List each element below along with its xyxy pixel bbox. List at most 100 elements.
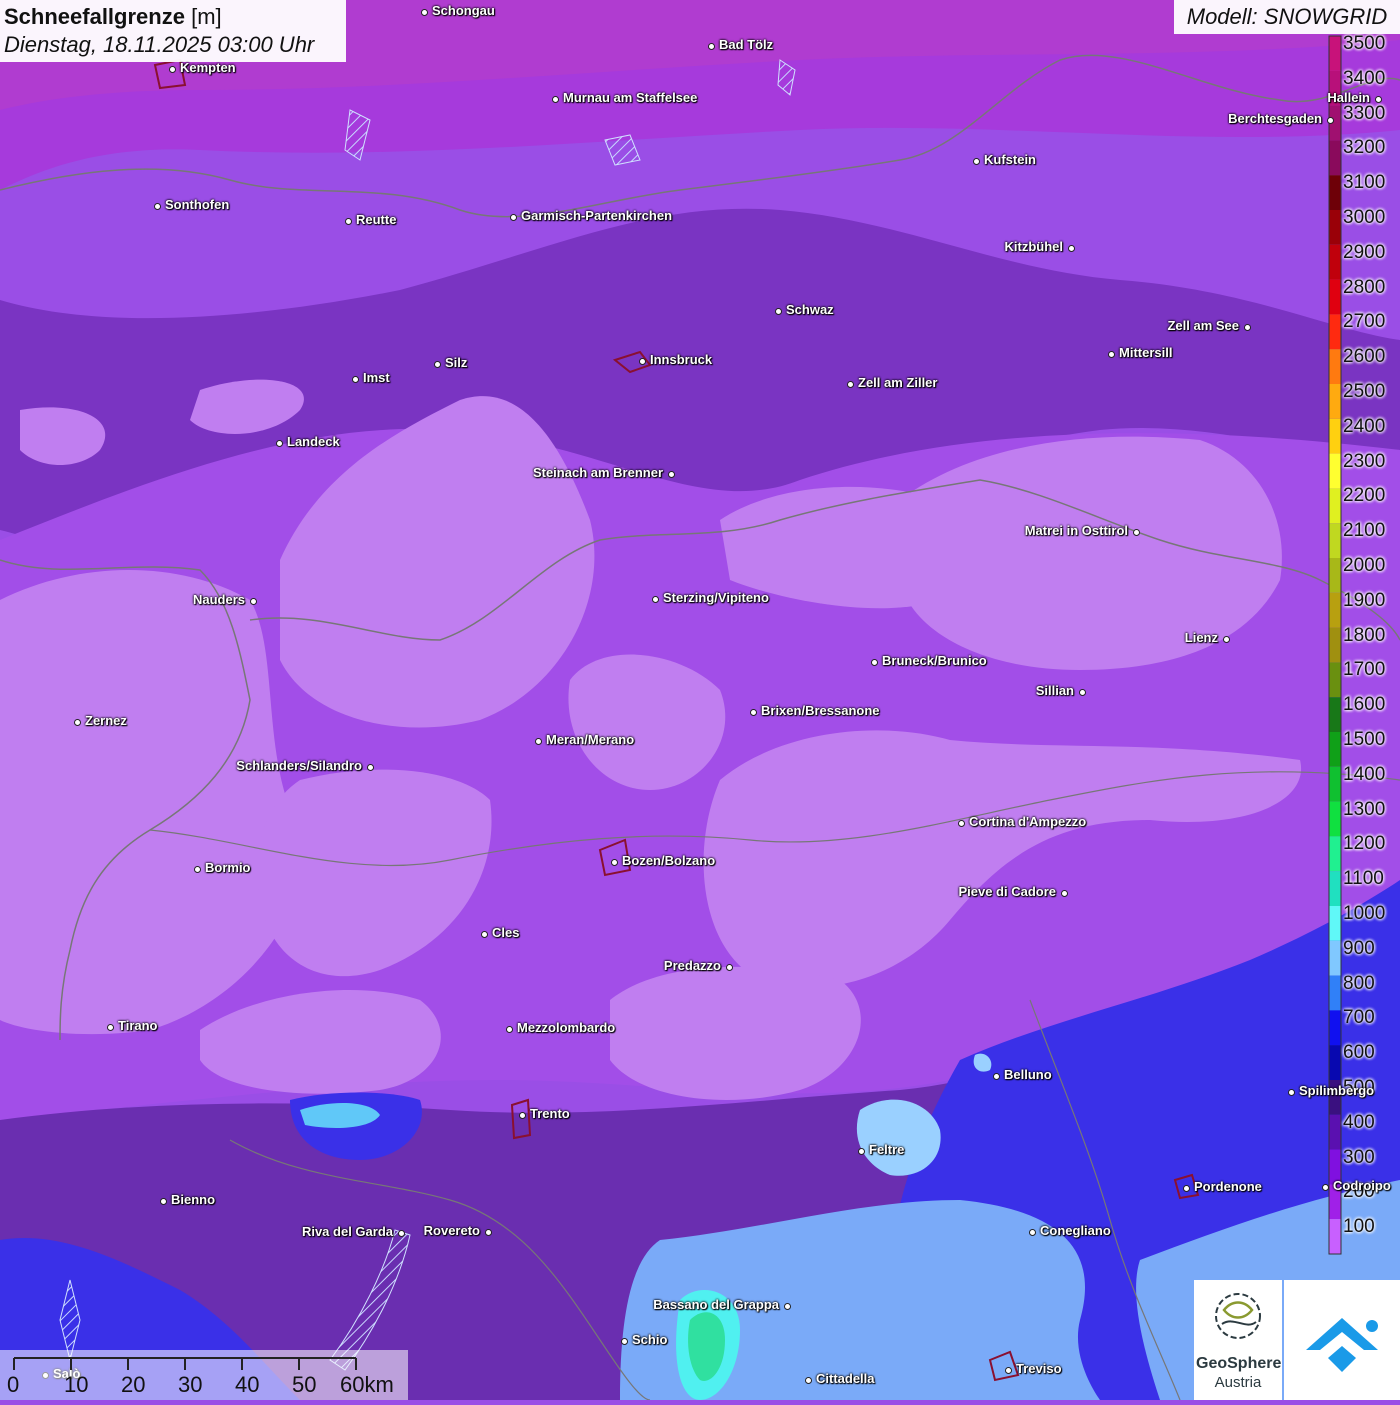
city-label-cles: Cles <box>492 925 520 940</box>
city-marker-codroipo <box>1321 1183 1329 1191</box>
city-marker-bruneck-brunico <box>870 658 878 666</box>
legend-label-3100: 3100 <box>1343 172 1386 194</box>
city-label-kufstein: Kufstein <box>984 152 1036 167</box>
scale-label-4: 40 <box>235 1372 260 1397</box>
city-marker-meran-merano <box>534 737 542 745</box>
city-marker-kempten <box>168 65 176 73</box>
city-label-zell-am-ziller: Zell am Ziller <box>858 375 938 390</box>
city-marker-nauders <box>249 597 257 605</box>
legend-swatch-2900 <box>1329 244 1341 280</box>
city-label-kempten: Kempten <box>180 60 236 75</box>
city-label-treviso: Treviso <box>1016 1361 1062 1376</box>
city-label-meran-merano: Meran/Merano <box>546 732 635 747</box>
legend-swatch-1800 <box>1329 627 1341 663</box>
city-label-feltre: Feltre <box>869 1142 905 1157</box>
legend-swatch-2000 <box>1329 558 1341 593</box>
legend-label-400: 400 <box>1343 1111 1375 1133</box>
legend-label-2100: 2100 <box>1343 520 1386 542</box>
city-marker-conegliano <box>1028 1228 1036 1236</box>
legend-label-2200: 2200 <box>1343 485 1386 507</box>
legend-label-3500: 3500 <box>1343 33 1386 54</box>
legend-color-bar <box>1328 35 1342 1255</box>
city-label-bassano-del-grappa: Bassano del Grappa <box>653 1297 779 1312</box>
legend-label-700: 700 <box>1343 1007 1375 1029</box>
legend-swatch-1700 <box>1329 662 1341 698</box>
legend-label-2700: 2700 <box>1343 311 1386 333</box>
scale-label-3: 30 <box>178 1372 203 1397</box>
city-label-bad-t-lz: Bad Tölz <box>719 37 774 52</box>
app-logo-icon <box>1306 1318 1378 1372</box>
title-panel: Schneefallgrenze [m] Dienstag, 18.11.202… <box>0 0 346 62</box>
legend-label-900: 900 <box>1343 937 1375 959</box>
map-title-unit: [m] <box>191 4 222 29</box>
city-label-bruneck-brunico: Bruneck/Brunico <box>882 653 987 668</box>
legend-swatch-2400 <box>1329 418 1341 454</box>
legend-swatch-100 <box>1329 1219 1341 1254</box>
legend-label-3400: 3400 <box>1343 67 1386 89</box>
city-label-bienno: Bienno <box>171 1192 216 1207</box>
city-label-reutte: Reutte <box>356 212 397 227</box>
legend-swatch-2200 <box>1329 488 1341 524</box>
legend-label-800: 800 <box>1343 972 1375 994</box>
city-label-matrei-in-osttirol: Matrei in Osttirol <box>1024 523 1128 538</box>
city-marker-cortina-d-ampezzo <box>957 819 965 827</box>
legend-swatch-3000 <box>1329 210 1341 245</box>
city-label-silz: Silz <box>445 355 468 370</box>
legend-swatch-1500 <box>1329 732 1341 767</box>
app-logo-box <box>1284 1280 1400 1400</box>
city-marker-belluno <box>992 1072 1000 1080</box>
city-marker-innsbruck <box>638 357 646 365</box>
city-label-pieve-di-cadore: Pieve di Cadore <box>958 884 1056 899</box>
city-label-imst: Imst <box>363 370 390 385</box>
legend-label-1800: 1800 <box>1343 624 1386 646</box>
legend-label-3200: 3200 <box>1343 137 1386 159</box>
city-label-cittadella: Cittadella <box>816 1371 875 1386</box>
legend-label-1700: 1700 <box>1343 659 1386 681</box>
model-label: Modell: SNOWGRID <box>1174 0 1400 34</box>
city-marker-schlanders-silandro <box>366 763 374 771</box>
city-label-innsbruck: Innsbruck <box>650 352 713 367</box>
city-marker-riva-del-garda <box>397 1229 405 1237</box>
city-marker-kitzb-hel <box>1067 244 1075 252</box>
city-label-riva-del-garda: Riva del Garda <box>301 1224 393 1239</box>
legend-label-3300: 3300 <box>1343 102 1386 124</box>
legend-label-1400: 1400 <box>1343 763 1386 785</box>
city-label-lienz: Lienz <box>1184 630 1218 645</box>
legend-swatch-3100 <box>1329 175 1341 210</box>
legend-swatch-2300 <box>1329 453 1341 489</box>
legend-swatch-900 <box>1329 940 1341 976</box>
city-marker-treviso <box>1004 1366 1012 1374</box>
city-marker-predazzo <box>725 963 733 971</box>
city-marker-berchtesgaden <box>1326 116 1334 124</box>
city-label-codroipo: Codroipo <box>1333 1178 1391 1193</box>
city-marker-schongau <box>420 8 428 16</box>
legend-swatch-3200 <box>1329 140 1341 176</box>
city-marker-schio <box>620 1337 628 1345</box>
legend-swatch-3500 <box>1329 36 1341 71</box>
city-label-sterzing-vipiteno: Sterzing/Vipiteno <box>663 590 769 605</box>
legend-label-1100: 1100 <box>1343 868 1384 890</box>
city-marker-landeck <box>275 439 283 447</box>
city-label-predazzo: Predazzo <box>663 958 721 973</box>
city-label-brixen-bressanone: Brixen/Bressanone <box>761 703 880 718</box>
legend-label-2800: 2800 <box>1343 276 1386 298</box>
city-marker-sterzing-vipiteno <box>651 595 659 603</box>
city-marker-cles <box>480 930 488 938</box>
legend-swatch-1300 <box>1329 801 1341 837</box>
city-label-pordenone: Pordenone <box>1194 1179 1262 1194</box>
city-marker-zell-am-see <box>1243 323 1251 331</box>
city-label-nauders: Nauders <box>192 592 245 607</box>
scale-label-6: 60km <box>340 1372 394 1397</box>
legend-label-2600: 2600 <box>1343 346 1386 368</box>
city-marker-silz <box>433 360 441 368</box>
scale-label-5: 50 <box>292 1372 317 1397</box>
city-marker-lienz <box>1222 635 1230 643</box>
city-label-cortina-d-ampezzo: Cortina d'Ampezzo <box>969 814 1087 829</box>
city-marker-spilimbergo <box>1287 1088 1295 1096</box>
map-datetime: Dienstag, 18.11.2025 03:00 Uhr <box>4 32 315 57</box>
city-marker-matrei-in-osttirol <box>1132 528 1140 536</box>
geosphere-logo-subtext: Austria <box>1214 1374 1262 1391</box>
legend-label-1900: 1900 <box>1343 589 1386 611</box>
scale-label-0: 0 <box>7 1372 20 1397</box>
legend-label-1000: 1000 <box>1343 903 1386 924</box>
